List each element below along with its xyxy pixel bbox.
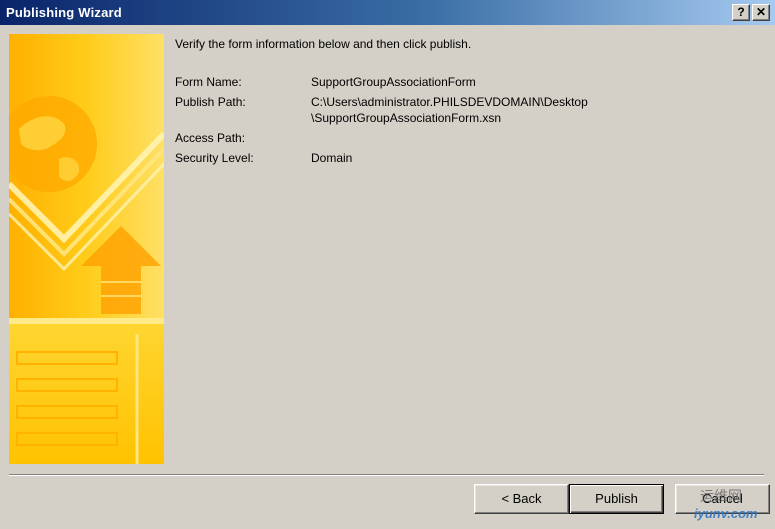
window-title: Publishing Wizard [6, 5, 122, 20]
form-name-label: Form Name: [175, 75, 242, 89]
title-bar: Publishing Wizard ? ✕ [0, 0, 775, 25]
help-button[interactable]: ? [732, 4, 750, 21]
close-button[interactable]: ✕ [752, 4, 770, 21]
access-path-row: Access Path: [175, 130, 631, 146]
back-button[interactable]: < Back [474, 484, 569, 514]
instruction-text: Verify the form information below and th… [175, 37, 472, 51]
watermark-top-text: 运维网 [700, 488, 742, 504]
security-level-value: Domain [311, 151, 353, 165]
help-icon: ? [737, 5, 745, 19]
site-watermark: 运维网 iyunv.com [672, 482, 772, 528]
watermark-bottom-text: iyunv.com [694, 506, 758, 521]
close-icon: ✕ [755, 5, 767, 19]
footer-separator [9, 474, 764, 476]
publish-path-value: C:\Users\administrator.PHILSDEVDOMAIN\De… [311, 95, 588, 125]
form-name-row: Form Name: SupportGroupAssociationForm [175, 74, 631, 90]
access-path-value [311, 130, 631, 146]
security-level-row: Security Level: Domain [175, 150, 631, 166]
publish-path-label: Publish Path: [175, 95, 246, 109]
publish-path-row: Publish Path: C:\Users\administrator.PHI… [175, 94, 631, 126]
wizard-side-banner [9, 34, 164, 464]
form-info-table: Form Name: SupportGroupAssociationForm P… [175, 74, 631, 170]
form-name-value: SupportGroupAssociationForm [311, 75, 476, 89]
security-level-label: Security Level: [175, 151, 254, 165]
access-path-label: Access Path: [175, 131, 246, 145]
publish-button[interactable]: Publish [569, 484, 664, 514]
wizard-banner-graphic [9, 34, 164, 464]
